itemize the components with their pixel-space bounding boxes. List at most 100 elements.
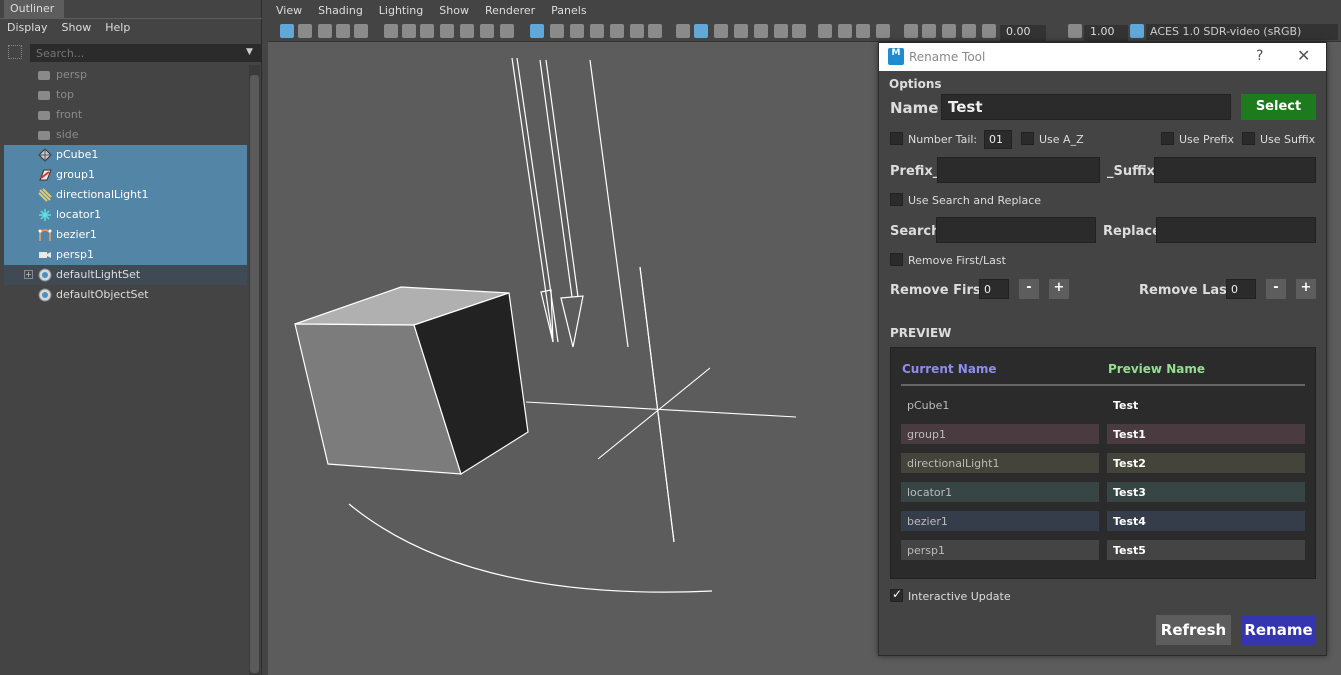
remove-first-last-checkbox[interactable] bbox=[890, 253, 903, 266]
multisample-aa-icon[interactable] bbox=[838, 24, 852, 38]
help-button[interactable]: ? bbox=[1256, 48, 1263, 64]
remove-first-plus-button[interactable]: + bbox=[1049, 279, 1069, 299]
exposure-field[interactable]: 0.00 bbox=[1000, 25, 1046, 41]
use-prefix-label: Use Prefix bbox=[1179, 133, 1234, 146]
outliner-item-bezier1[interactable]: bezier1 bbox=[4, 225, 247, 245]
outliner-item-persp[interactable]: persp bbox=[4, 65, 247, 85]
outliner-scrollbar[interactable] bbox=[249, 65, 260, 675]
grid-icon[interactable] bbox=[530, 24, 544, 38]
field-chart-icon[interactable] bbox=[460, 24, 474, 38]
menu-display[interactable]: Display bbox=[0, 19, 55, 36]
refresh-button[interactable]: Refresh bbox=[1156, 615, 1231, 645]
outliner-item-defaultlightset[interactable]: + defaultLightSet bbox=[4, 265, 247, 285]
use-search-replace-checkbox[interactable] bbox=[890, 193, 903, 206]
menu-lighting[interactable]: Lighting bbox=[371, 0, 431, 19]
directional-light-gizmo[interactable] bbox=[511, 57, 675, 543]
cube-mesh[interactable] bbox=[294, 286, 529, 475]
close-button[interactable]: ✕ bbox=[1297, 46, 1310, 65]
use-suffix-checkbox[interactable] bbox=[1242, 132, 1255, 145]
bookmark-icon[interactable] bbox=[318, 24, 332, 38]
menu-show[interactable]: Show bbox=[431, 0, 477, 19]
select-button[interactable]: Select bbox=[1241, 94, 1316, 120]
film-gate-overlay-icon[interactable] bbox=[550, 24, 564, 38]
film-gate-icon[interactable] bbox=[402, 24, 416, 38]
shadows-icon[interactable] bbox=[774, 24, 788, 38]
outliner-search-input[interactable] bbox=[30, 44, 262, 62]
remove-last-plus-button[interactable]: + bbox=[1296, 279, 1316, 299]
scrollbar-thumb[interactable] bbox=[250, 75, 259, 673]
suffix-input[interactable] bbox=[1154, 157, 1316, 183]
interactive-update-checkbox[interactable] bbox=[890, 587, 903, 602]
color-space-select[interactable]: ACES 1.0 SDR-video (sRGB) bbox=[1146, 24, 1338, 40]
pencil-icon[interactable] bbox=[500, 24, 514, 38]
isolate-select-icon[interactable] bbox=[876, 24, 890, 38]
exposure-icon[interactable] bbox=[982, 24, 996, 38]
gate-mask-overlay-icon[interactable] bbox=[590, 24, 604, 38]
number-tail-checkbox[interactable] bbox=[890, 132, 903, 145]
menu-panels[interactable]: Panels bbox=[543, 0, 594, 19]
safe-title-icon[interactable] bbox=[630, 24, 644, 38]
outliner-item-persp1[interactable]: persp1 bbox=[4, 245, 247, 265]
resolution-overlay-icon[interactable] bbox=[570, 24, 584, 38]
safe-action-icon[interactable] bbox=[480, 24, 494, 38]
rename-button[interactable]: Rename bbox=[1241, 615, 1316, 645]
filter-icon[interactable] bbox=[8, 45, 22, 59]
bezier-curve[interactable] bbox=[348, 503, 713, 593]
use-az-checkbox[interactable] bbox=[1021, 132, 1034, 145]
smooth-shade-icon[interactable] bbox=[694, 24, 708, 38]
locator-gizmo[interactable] bbox=[525, 266, 797, 543]
wireframe-on-shaded-icon[interactable] bbox=[714, 24, 728, 38]
prefix-input[interactable] bbox=[937, 157, 1100, 183]
select-camera-icon[interactable] bbox=[280, 24, 294, 38]
outliner-item-front[interactable]: front bbox=[4, 105, 247, 125]
xray-active-icon[interactable] bbox=[922, 24, 936, 38]
lock-camera-icon[interactable] bbox=[298, 24, 312, 38]
camera-icon bbox=[38, 111, 50, 120]
outliner-item-label: bezier1 bbox=[56, 228, 97, 241]
use-prefix-checkbox[interactable] bbox=[1161, 132, 1174, 145]
depth-of-field-icon[interactable] bbox=[856, 24, 870, 38]
gamma-field[interactable]: 1.00 bbox=[1084, 25, 1128, 41]
menu-renderer[interactable]: Renderer bbox=[477, 0, 543, 19]
number-tail-input[interactable] bbox=[984, 130, 1012, 149]
outliner-item-locator1[interactable]: locator1 bbox=[4, 205, 247, 225]
camera-attributes-icon[interactable] bbox=[384, 24, 398, 38]
outliner-item-pcube1[interactable]: pCube1 bbox=[4, 145, 247, 165]
menu-show[interactable]: Show bbox=[55, 19, 99, 36]
gamma-icon[interactable] bbox=[1068, 24, 1082, 38]
menu-view[interactable]: View bbox=[268, 0, 310, 19]
xray-joints-icon[interactable] bbox=[942, 24, 956, 38]
outliner-item-side[interactable]: side bbox=[4, 125, 247, 145]
remove-last-minus-button[interactable]: - bbox=[1266, 279, 1286, 299]
outliner-item-defaultobjectset[interactable]: defaultObjectSet bbox=[4, 285, 247, 305]
replace-field[interactable] bbox=[1156, 217, 1316, 243]
expand-icon[interactable]: + bbox=[24, 270, 33, 279]
xray-icon[interactable] bbox=[904, 24, 918, 38]
outliner-item-top[interactable]: top bbox=[4, 85, 247, 105]
outliner-item-directionallight1[interactable]: directionalLight1 bbox=[4, 185, 247, 205]
outliner-tab[interactable]: Outliner bbox=[4, 0, 64, 18]
search-field[interactable] bbox=[936, 217, 1096, 243]
remove-first-minus-button[interactable]: - bbox=[1019, 279, 1039, 299]
color-management-icon[interactable] bbox=[1130, 24, 1144, 38]
backface-icon[interactable] bbox=[962, 24, 976, 38]
image-plane-icon[interactable] bbox=[336, 24, 350, 38]
menu-shading[interactable]: Shading bbox=[310, 0, 371, 19]
resolution-gate-icon[interactable] bbox=[420, 24, 434, 38]
remove-last-input[interactable] bbox=[1226, 279, 1256, 299]
gate-mask-icon[interactable] bbox=[440, 24, 454, 38]
2d-pan-icon[interactable] bbox=[354, 24, 368, 38]
textured-icon[interactable] bbox=[734, 24, 748, 38]
name-input[interactable] bbox=[941, 94, 1231, 120]
screen-space-ao-icon[interactable] bbox=[792, 24, 806, 38]
dialog-titlebar[interactable]: M Rename Tool ? ✕ bbox=[879, 43, 1326, 71]
use-all-lights-icon[interactable] bbox=[754, 24, 768, 38]
text-overlay-icon[interactable] bbox=[648, 24, 662, 38]
outliner-item-group1[interactable]: group1 bbox=[4, 165, 247, 185]
motion-blur-icon[interactable] bbox=[818, 24, 832, 38]
menu-help[interactable]: Help bbox=[98, 19, 137, 36]
chevron-down-icon[interactable]: ▼ bbox=[246, 47, 253, 57]
wireframe-icon[interactable] bbox=[676, 24, 690, 38]
remove-first-input[interactable] bbox=[979, 279, 1009, 299]
field-chart-overlay-icon[interactable] bbox=[610, 24, 624, 38]
